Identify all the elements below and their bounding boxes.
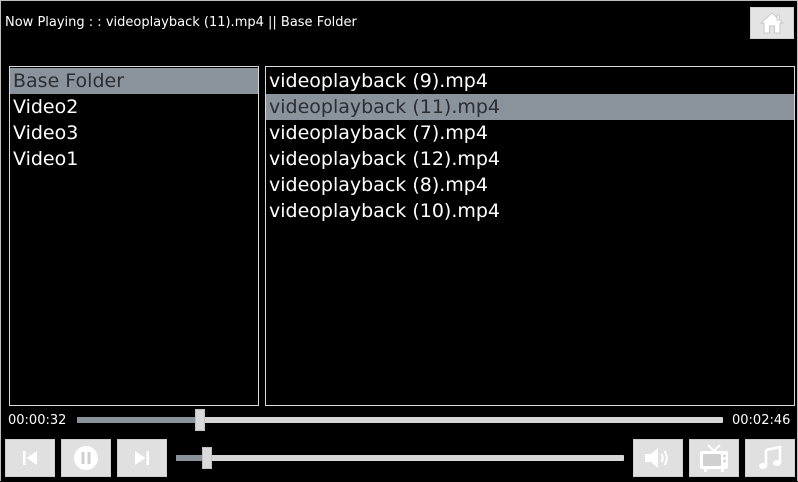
music-note-icon xyxy=(759,445,782,469)
volume-slider[interactable] xyxy=(176,447,624,469)
file-list-item[interactable]: videoplayback (7).mp4 xyxy=(266,120,794,146)
now-playing-label: Now Playing : : videoplayback (11).mp4 |… xyxy=(5,15,357,30)
file-list-item[interactable]: videoplayback (12).mp4 xyxy=(266,146,794,172)
file-list[interactable]: videoplayback (9).mp4 videoplayback (11).… xyxy=(265,66,795,406)
volume-slider-handle[interactable] xyxy=(202,447,212,469)
folder-list-item[interactable]: Video3 xyxy=(10,120,258,146)
folder-list[interactable]: Base Folder Video2 Video3 Video1 xyxy=(9,66,259,406)
file-list-item[interactable]: videoplayback (9).mp4 xyxy=(266,68,794,94)
folder-list-item[interactable]: Video2 xyxy=(10,94,258,120)
skip-next-icon xyxy=(135,451,149,465)
tv-icon xyxy=(700,444,728,472)
music-button[interactable] xyxy=(745,439,795,477)
seek-slider-handle[interactable] xyxy=(195,409,205,431)
skip-previous-icon xyxy=(23,451,37,465)
volume-icon xyxy=(645,448,668,468)
home-button[interactable] xyxy=(750,7,794,39)
pause-button[interactable] xyxy=(61,439,111,477)
seek-slider[interactable] xyxy=(77,409,723,431)
tv-button[interactable] xyxy=(689,439,739,477)
pause-icon xyxy=(74,446,98,470)
file-list-item[interactable]: videoplayback (11).mp4 xyxy=(266,94,794,120)
file-list-item[interactable]: videoplayback (8).mp4 xyxy=(266,172,794,198)
home-icon xyxy=(760,12,784,34)
folder-list-item[interactable]: Base Folder xyxy=(10,68,258,94)
seek-progress-fill xyxy=(77,417,200,423)
total-duration: 00:02:46 xyxy=(732,413,791,428)
file-list-item[interactable]: videoplayback (10).mp4 xyxy=(266,198,794,224)
next-button[interactable] xyxy=(117,439,167,477)
previous-button[interactable] xyxy=(5,439,55,477)
folder-list-item[interactable]: Video1 xyxy=(10,146,258,172)
elapsed-time: 00:00:32 xyxy=(8,413,67,428)
volume-button[interactable] xyxy=(633,439,683,477)
